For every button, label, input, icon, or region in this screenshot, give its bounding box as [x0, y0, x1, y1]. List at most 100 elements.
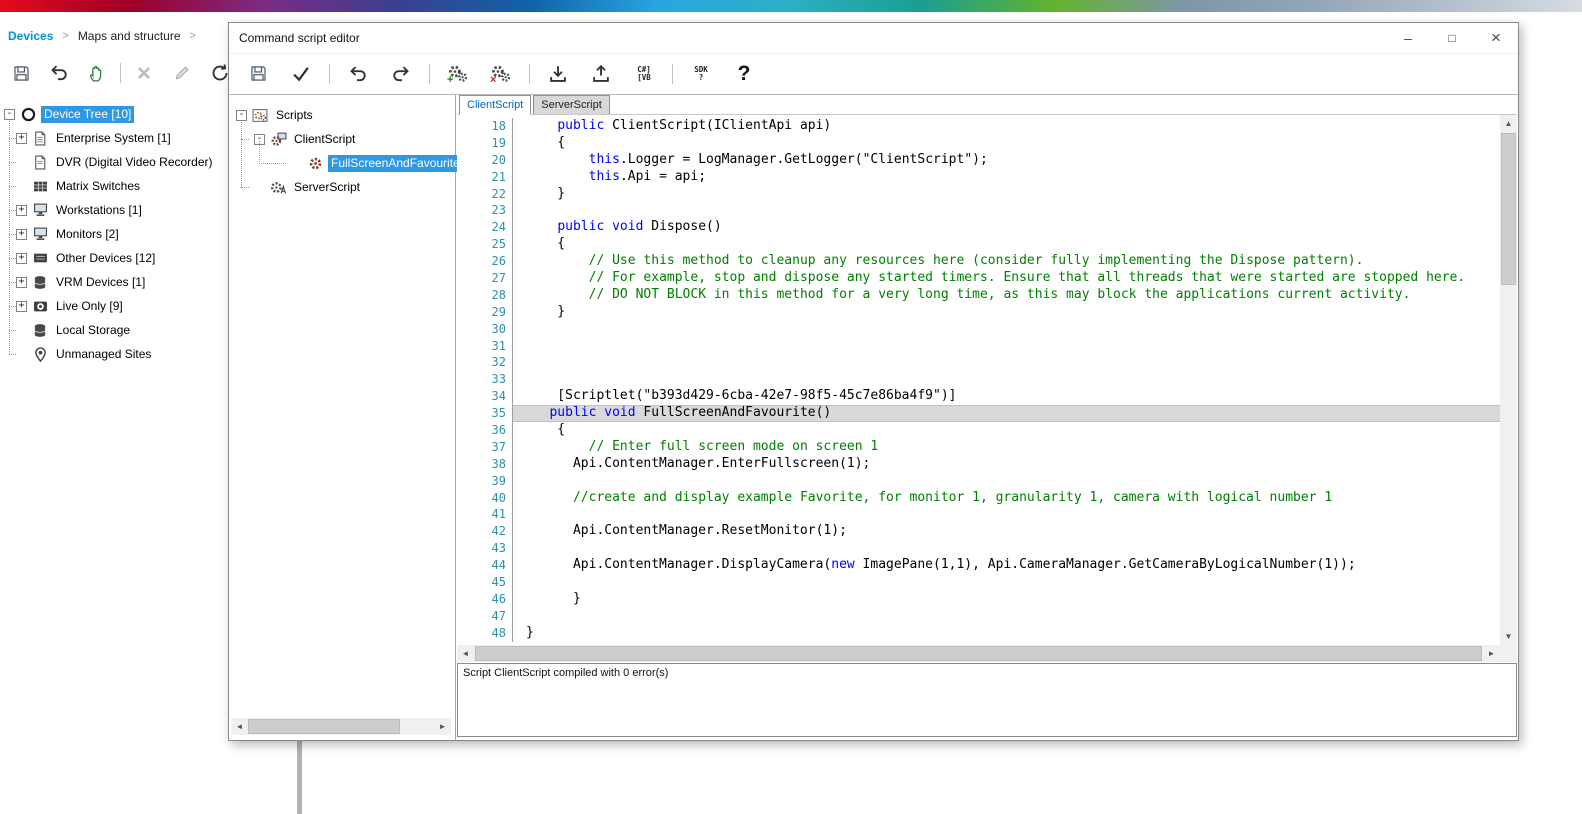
- compile-check-button[interactable]: [286, 59, 316, 89]
- code-line-25[interactable]: 25 {: [457, 236, 1500, 253]
- save-button[interactable]: [6, 58, 36, 88]
- pan-button[interactable]: [82, 58, 112, 88]
- scroll-up-arrow-icon[interactable]: ▲: [1500, 115, 1517, 132]
- code-line-34[interactable]: 34 [Scriptlet("b393d429-6cba-42e7-98f5-4…: [457, 388, 1500, 405]
- tree-item-label[interactable]: Enterprise System [1]: [53, 130, 174, 147]
- expander-plus-icon[interactable]: +: [16, 205, 27, 216]
- tab-clientscript[interactable]: ClientScript: [459, 95, 531, 115]
- editor-vscrollbar[interactable]: ▲ ▼: [1500, 115, 1517, 645]
- script-tree-hscrollbar[interactable]: ◄ ►: [231, 718, 451, 735]
- tree-item-other-devices-12[interactable]: + Other Devices [12]: [2, 246, 228, 270]
- breadcrumb-item-devices[interactable]: Devices: [8, 29, 53, 43]
- expander-minus-icon[interactable]: -: [4, 109, 15, 120]
- expander-plus-icon[interactable]: +: [16, 253, 27, 264]
- code-line-43[interactable]: 43: [457, 540, 1500, 557]
- tree-item-label[interactable]: Monitors [2]: [53, 226, 122, 243]
- tree-item-clientscript[interactable]: - ClientScript: [231, 127, 453, 151]
- code-line-37[interactable]: 37 // Enter full screen mode on screen 1: [457, 439, 1500, 456]
- editor-hscrollbar[interactable]: ◄ ►: [457, 645, 1500, 662]
- scroll-right-arrow-icon[interactable]: ►: [434, 718, 451, 735]
- panel-splitter[interactable]: [297, 741, 302, 814]
- tree-item-workstations-1[interactable]: + Workstations [1]: [2, 198, 228, 222]
- code-line-18[interactable]: 18 public ClientScript(IClientApi api): [457, 118, 1500, 135]
- expander-minus-icon[interactable]: -: [236, 110, 247, 121]
- code-line-33[interactable]: 33: [457, 371, 1500, 388]
- code-line-35[interactable]: 35 public void FullScreenAndFavourite(): [457, 405, 1500, 422]
- tree-item-label[interactable]: ClientScript: [291, 131, 358, 148]
- code-line-30[interactable]: 30: [457, 321, 1500, 338]
- scroll-left-arrow-icon[interactable]: ◄: [457, 645, 474, 662]
- add-scriptlet-button[interactable]: +: [443, 59, 473, 89]
- edit-button[interactable]: [167, 58, 197, 88]
- code-line-44[interactable]: 44 Api.ContentManager.DisplayCamera(new …: [457, 557, 1500, 574]
- tree-item-label[interactable]: Other Devices [12]: [53, 250, 158, 267]
- expander-plus-icon[interactable]: +: [16, 301, 27, 312]
- tab-serverscript[interactable]: ServerScript: [533, 95, 610, 114]
- tree-item-matrix-switches[interactable]: Matrix Switches: [2, 174, 228, 198]
- code-line-24[interactable]: 24 public void Dispose(): [457, 219, 1500, 236]
- scrollbar-thumb[interactable]: [248, 719, 400, 734]
- expander-plus-icon[interactable]: +: [16, 133, 27, 144]
- export-script-button[interactable]: [586, 59, 616, 89]
- tree-item-device-tree-10[interactable]: -Device Tree [10]: [2, 102, 228, 126]
- code-line-32[interactable]: 32: [457, 354, 1500, 371]
- tree-item-monitors-2[interactable]: + Monitors [2]: [2, 222, 228, 246]
- expander-minus-icon[interactable]: -: [254, 134, 265, 145]
- code-line-28[interactable]: 28 // DO NOT BLOCK in this method for a …: [457, 287, 1500, 304]
- code-line-29[interactable]: 29 }: [457, 304, 1500, 321]
- code-editor[interactable]: 18 public ClientScript(IClientApi api)19…: [457, 115, 1500, 645]
- tree-item-unmanaged-sites[interactable]: Unmanaged Sites: [2, 342, 228, 366]
- sdk-help-button[interactable]: SDK?: [686, 59, 716, 89]
- delete-button[interactable]: [129, 58, 159, 88]
- code-line-21[interactable]: 21 this.Api = api;: [457, 169, 1500, 186]
- code-line-47[interactable]: 47: [457, 608, 1500, 625]
- toggle-language-button[interactable]: C#][VB: [629, 59, 659, 89]
- scroll-left-arrow-icon[interactable]: ◄: [231, 718, 248, 735]
- tree-item-label[interactable]: Workstations [1]: [53, 202, 145, 219]
- code-line-19[interactable]: 19 {: [457, 135, 1500, 152]
- code-line-20[interactable]: 20 this.Logger = LogManager.GetLogger("C…: [457, 152, 1500, 169]
- code-line-48[interactable]: 48}: [457, 625, 1500, 642]
- scroll-down-arrow-icon[interactable]: ▼: [1500, 628, 1517, 645]
- code-line-39[interactable]: 39: [457, 473, 1500, 490]
- code-line-23[interactable]: 23: [457, 202, 1500, 219]
- tree-item-label[interactable]: Unmanaged Sites: [53, 346, 154, 363]
- code-line-26[interactable]: 26 // Use this method to cleanup any res…: [457, 253, 1500, 270]
- tree-item-label[interactable]: Local Storage: [53, 322, 133, 339]
- save-script-button[interactable]: [243, 59, 273, 89]
- tree-item-local-storage[interactable]: Local Storage: [2, 318, 228, 342]
- tree-item-label[interactable]: Scripts: [273, 107, 316, 124]
- help-button[interactable]: ?: [729, 59, 759, 89]
- expander-plus-icon[interactable]: +: [16, 277, 27, 288]
- tree-item-live-only-9[interactable]: + Live Only [9]: [2, 294, 228, 318]
- code-line-41[interactable]: 41: [457, 506, 1500, 523]
- tree-item-vrm-devices-1[interactable]: + VRM Devices [1]: [2, 270, 228, 294]
- close-button[interactable]: ×: [1474, 23, 1518, 53]
- import-script-button[interactable]: [543, 59, 573, 89]
- delete-scriptlet-button[interactable]: ×: [486, 59, 516, 89]
- redo-button[interactable]: [386, 59, 416, 89]
- scrollbar-thumb[interactable]: [475, 646, 1482, 661]
- code-line-46[interactable]: 46 }: [457, 591, 1500, 608]
- breadcrumb-item-maps-and-structure[interactable]: Maps and structure: [78, 29, 181, 43]
- scroll-right-arrow-icon[interactable]: ►: [1483, 645, 1500, 662]
- tree-item-scripts[interactable]: - Scripts: [231, 103, 453, 127]
- tree-item-dvr-digital-video-recorder[interactable]: DVR (Digital Video Recorder): [2, 150, 228, 174]
- undo-button[interactable]: [343, 59, 373, 89]
- code-line-27[interactable]: 27 // For example, stop and dispose any …: [457, 270, 1500, 287]
- tree-item-label[interactable]: Live Only [9]: [53, 298, 126, 315]
- tree-item-label[interactable]: VRM Devices [1]: [53, 274, 148, 291]
- code-line-36[interactable]: 36 {: [457, 422, 1500, 439]
- tree-item-label[interactable]: Matrix Switches: [53, 178, 143, 195]
- code-line-42[interactable]: 42 Api.ContentManager.ResetMonitor(1);: [457, 523, 1500, 540]
- maximize-button[interactable]: □: [1430, 23, 1474, 53]
- code-line-38[interactable]: 38 Api.ContentManager.EnterFullscreen(1)…: [457, 456, 1500, 473]
- code-line-40[interactable]: 40 //create and display example Favorite…: [457, 490, 1500, 507]
- code-line-45[interactable]: 45: [457, 574, 1500, 591]
- code-line-22[interactable]: 22 }: [457, 186, 1500, 203]
- tree-item-fullscreenandfavourite[interactable]: FullScreenAndFavourite: [231, 151, 453, 175]
- expander-plus-icon[interactable]: +: [16, 229, 27, 240]
- code-line-31[interactable]: 31: [457, 338, 1500, 355]
- tree-item-serverscript[interactable]: ServerScript: [231, 175, 453, 199]
- minimize-button[interactable]: –: [1386, 23, 1430, 53]
